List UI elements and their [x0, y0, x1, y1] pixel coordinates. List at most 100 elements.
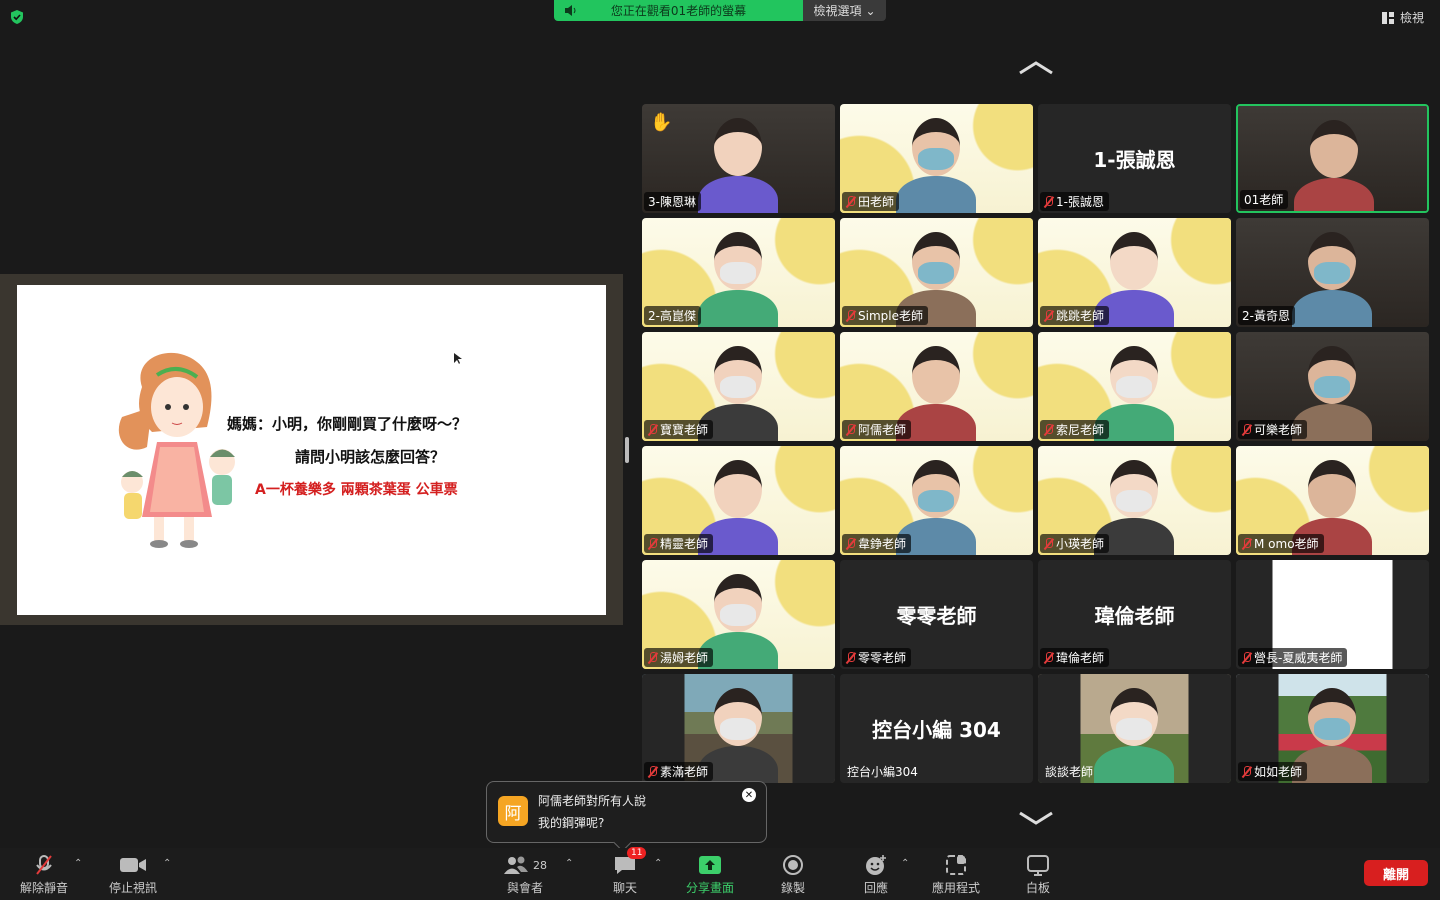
- reactions-caret-icon[interactable]: ⌃: [901, 858, 909, 869]
- participant-name: Simple老師: [858, 309, 923, 323]
- participant-name: 2-高崑傑: [648, 309, 696, 323]
- apps-label: 應用程式: [932, 881, 981, 895]
- mic-muted-icon: [1044, 195, 1053, 208]
- participant-name-label: 2-黃奇恩: [1238, 306, 1295, 325]
- participants-caret-icon[interactable]: ⌃: [565, 858, 573, 869]
- participant-tile[interactable]: 2-黃奇恩: [1236, 218, 1429, 327]
- view-button[interactable]: 檢視: [1381, 9, 1424, 26]
- leave-meeting-button[interactable]: 離開: [1364, 860, 1428, 886]
- page-down-arrow-icon[interactable]: [1016, 808, 1056, 828]
- participant-name-label: 3-陳恩琳: [644, 192, 701, 211]
- mic-muted-icon: [846, 195, 855, 208]
- face-mask: [720, 604, 756, 626]
- participant-name: M omo老師: [1254, 537, 1319, 551]
- chat-button[interactable]: 11 聊天: [613, 847, 647, 896]
- participant-tile[interactable]: 控台小編 304 控台小編304: [840, 674, 1033, 783]
- mother-illustration: [118, 352, 235, 548]
- chat-sender-line: 阿儒老師對所有人說: [538, 794, 647, 808]
- video-gallery: ✋ 3-陳恩琳 田老師 1-張誠恩 1-張誠恩 01老師 2-高崑傑 Simple老師 跳跳老師…: [642, 104, 1430, 784]
- participant-name: 營長-夏威夷老師: [1254, 651, 1343, 665]
- mic-muted-icon: [1044, 309, 1053, 322]
- participant-tile[interactable]: ✋ 3-陳恩琳: [642, 104, 835, 213]
- participant-name-label: 湯姆老師: [644, 648, 714, 667]
- chat-notification[interactable]: 阿 阿儒老師對所有人說 我的鋼彈呢? ✕: [486, 781, 767, 843]
- participant-tile[interactable]: 韋錚老師: [840, 446, 1033, 555]
- face-mask: [1116, 490, 1152, 512]
- participant-tile[interactable]: 可樂老師: [1236, 332, 1429, 441]
- participant-name-label: 小瑛老師: [1040, 534, 1110, 553]
- participant-name: 零零老師: [858, 651, 907, 665]
- stop-video-button[interactable]: 停止視訊: [109, 853, 157, 896]
- close-icon[interactable]: ✕: [742, 788, 756, 802]
- page-up-arrow-icon[interactable]: [1016, 58, 1056, 78]
- whiteboard-button[interactable]: 白板: [1026, 853, 1050, 896]
- participant-name-label: 索尼老師: [1040, 420, 1110, 439]
- sender-avatar: 阿: [498, 796, 528, 826]
- participant-tile[interactable]: 田老師: [840, 104, 1033, 213]
- participant-name: 精靈老師: [660, 537, 709, 551]
- chat-label: 聊天: [613, 881, 638, 895]
- participant-tile[interactable]: 寶寶老師: [642, 332, 835, 441]
- split-resize-handle[interactable]: [625, 437, 629, 463]
- mic-muted-icon: [846, 537, 855, 550]
- share-screen-icon: [699, 856, 721, 874]
- mic-muted-icon: [648, 651, 657, 664]
- participant-tile[interactable]: 瑋倫老師 瑋倫老師: [1038, 560, 1231, 669]
- participant-tile[interactable]: Simple老師: [840, 218, 1033, 327]
- participant-name-label: 寶寶老師: [644, 420, 714, 439]
- participant-tile[interactable]: 2-高崑傑: [642, 218, 835, 327]
- participant-tile[interactable]: 營長-夏威夷老師: [1236, 560, 1429, 669]
- reactions-button[interactable]: 回應: [864, 853, 888, 896]
- participant-tile[interactable]: 零零老師 零零老師: [840, 560, 1033, 669]
- apps-button[interactable]: 應用程式: [932, 853, 980, 896]
- video-options-caret-icon[interactable]: ⌃: [163, 858, 171, 869]
- participant-tile[interactable]: 01老師: [1236, 104, 1429, 213]
- meeting-toolbar: 解除靜音 ⌃ 停止視訊 ⌃ 28 與會者 ⌃ 11 聊天 ⌃ 分享畫面 錄製 回…: [0, 847, 1440, 900]
- video-camera-icon: [120, 858, 146, 872]
- mic-muted-icon: [648, 537, 657, 550]
- unmute-button[interactable]: 解除靜音: [20, 853, 68, 896]
- participant-tile[interactable]: 精靈老師: [642, 446, 835, 555]
- participant-tile[interactable]: 素滿老師: [642, 674, 835, 783]
- participant-name-label: 瑋倫老師: [1040, 648, 1110, 667]
- participant-tile[interactable]: 索尼老師: [1038, 332, 1231, 441]
- face-mask: [1116, 718, 1152, 740]
- participant-tile[interactable]: 1-張誠恩 1-張誠恩: [1038, 104, 1231, 213]
- participant-name: 瑋倫老師: [1056, 651, 1105, 665]
- shared-screen[interactable]: 媽媽：小明，你剛剛買了什麼呀～？ 請問小明該怎麼回答？ A一杯養樂多 兩顆茶葉蛋…: [0, 274, 623, 625]
- participant-tile[interactable]: 如如老師: [1236, 674, 1429, 783]
- audio-options-caret-icon[interactable]: ⌃: [74, 858, 82, 869]
- gallery-view-icon: [1381, 11, 1394, 24]
- participant-name-label: 如如老師: [1238, 762, 1308, 781]
- participant-tile[interactable]: 湯姆老師: [642, 560, 835, 669]
- participant-head: [714, 460, 762, 518]
- participant-name: 寶寶老師: [660, 423, 709, 437]
- participant-name: 談談老師: [1045, 765, 1094, 779]
- chat-unread-badge: 11: [627, 847, 647, 859]
- view-options-label: 檢視選項: [813, 4, 862, 18]
- participant-tile[interactable]: 阿儒老師: [840, 332, 1033, 441]
- view-options-button[interactable]: 檢視選項 ⌄: [803, 0, 886, 21]
- record-button[interactable]: 錄製: [781, 853, 805, 896]
- participant-tile[interactable]: 談談老師: [1038, 674, 1231, 783]
- mic-muted-icon: [648, 765, 657, 778]
- participant-name: 可樂老師: [1254, 423, 1303, 437]
- record-icon: [783, 855, 803, 875]
- shield-check-icon[interactable]: [9, 9, 25, 25]
- face-mask: [1314, 718, 1350, 740]
- participant-name: 索尼老師: [1056, 423, 1105, 437]
- participant-name: 1-張誠恩: [1056, 195, 1104, 209]
- mic-muted-icon: [36, 855, 52, 875]
- viewing-banner: 您正在觀看01老師的螢幕: [554, 0, 803, 21]
- chat-caret-icon[interactable]: ⌃: [654, 858, 662, 869]
- participant-name-label: 可樂老師: [1238, 420, 1308, 439]
- participant-name-label: 營長-夏威夷老師: [1238, 648, 1348, 667]
- participant-tile[interactable]: 跳跳老師: [1038, 218, 1231, 327]
- participant-tile[interactable]: M omo老師: [1236, 446, 1429, 555]
- participant-tile[interactable]: 小瑛老師: [1038, 446, 1231, 555]
- participants-button[interactable]: 28 與會者: [503, 853, 547, 896]
- participant-name: 阿儒老師: [858, 423, 907, 437]
- participant-name-label: 阿儒老師: [842, 420, 912, 439]
- share-screen-button[interactable]: 分享畫面: [686, 853, 734, 896]
- face-mask: [918, 490, 954, 512]
